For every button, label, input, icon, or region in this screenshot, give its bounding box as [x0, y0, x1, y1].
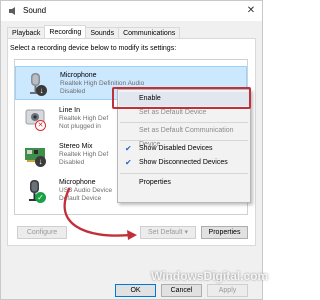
ok-button[interactable]: OK	[115, 284, 156, 297]
device-driver: Realtek High Def	[59, 115, 109, 122]
disabled-arrow-icon: ↓	[36, 85, 47, 96]
speaker-icon	[9, 7, 15, 15]
device-status: Not plugged in	[59, 123, 101, 130]
device-status: Disabled	[59, 159, 85, 166]
menu-separator	[120, 122, 248, 123]
window-title: Sound	[23, 6, 47, 15]
device-driver: USB Audio Device	[59, 187, 113, 194]
close-button[interactable]: ✕	[244, 4, 258, 18]
menu-item-show-disabled[interactable]: ✔ Show Disabled Devices	[119, 142, 249, 156]
menu-item-set-default-comm: Set as Default Communication Device	[139, 127, 234, 148]
tab-communications[interactable]: Communications	[118, 27, 181, 38]
device-driver: Realtek High Def	[59, 151, 109, 158]
sound-dialog: Sound ✕ Playback Recording Sounds Commun…	[0, 0, 268, 300]
watermark: WindowsDigital.com	[151, 269, 269, 283]
configure-button[interactable]: Configure	[17, 226, 67, 239]
instructions-text: Select a recording device below to modif…	[10, 45, 177, 52]
set-default-button[interactable]: Set Default ▾	[140, 226, 196, 239]
menu-item-properties[interactable]: Properties	[119, 176, 249, 190]
device-name: Microphone	[60, 72, 97, 79]
chevron-down-icon: ▾	[184, 229, 189, 236]
cancel-button[interactable]: Cancel	[161, 284, 202, 297]
check-icon: ✔	[125, 158, 132, 167]
enable-highlight-box	[112, 87, 251, 109]
tab-recording[interactable]: Recording	[44, 25, 87, 38]
device-name: Line In	[59, 107, 81, 114]
menu-item-show-disconnected[interactable]: ✔ Show Disconnected Devices	[119, 156, 249, 170]
menu-separator	[120, 173, 248, 174]
title-bar: Sound ✕	[1, 1, 262, 21]
not-plugged-icon: ✕	[35, 120, 46, 131]
menu-separator	[120, 140, 248, 141]
device-name: Microphone	[59, 179, 96, 186]
default-check-icon: ✓	[35, 192, 46, 203]
disabled-arrow-icon: ↓	[35, 156, 46, 167]
tab-playback[interactable]: Playback	[7, 27, 46, 38]
tab-sounds[interactable]: Sounds	[85, 27, 120, 38]
device-status: Default Device	[59, 195, 102, 202]
apply-button[interactable]: Apply	[207, 284, 248, 297]
device-name: Stereo Mix	[59, 143, 93, 150]
check-icon: ✔	[125, 144, 132, 153]
properties-button[interactable]: Properties	[201, 226, 248, 239]
